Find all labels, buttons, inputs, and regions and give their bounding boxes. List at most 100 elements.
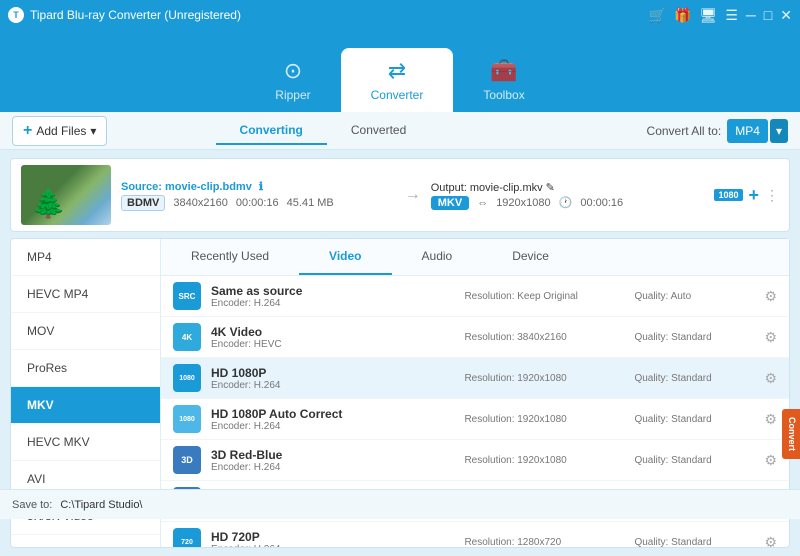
- tab-converting[interactable]: Converting: [216, 117, 327, 145]
- format-row-info-3d-red-blue: 3D Red-Blue Encoder: H.264: [211, 448, 454, 473]
- output-filename: movie-clip.mkv: [470, 182, 543, 194]
- format-icon-1080p-auto: 1080: [173, 405, 201, 433]
- file-item: 🌲 Source: movie-clip.bdmv ℹ BDMV 3840x21…: [10, 158, 790, 232]
- format-icon-3d-red-blue: 3D: [173, 446, 201, 474]
- title-bar-left: T Tipard Blu-ray Converter (Unregistered…: [8, 7, 241, 23]
- input-size: 45.41 MB: [287, 197, 334, 209]
- convert-arrow: →: [405, 186, 421, 204]
- format-name-4k: 4K Video: [211, 325, 454, 339]
- format-res-same-as-source: Resolution: Keep Original: [464, 291, 624, 302]
- format-row-same-as-source[interactable]: SRC Same as source Encoder: H.264 Resolu…: [161, 276, 789, 317]
- app-title: Tipard Blu-ray Converter (Unregistered): [30, 8, 241, 22]
- clock-icon: 🕐: [559, 196, 573, 209]
- format-res-1080p-auto: Resolution: 1920x1080: [464, 414, 624, 425]
- format-row-1080p-auto[interactable]: 1080 HD 1080P Auto Correct Encoder: H.26…: [161, 399, 789, 440]
- cart-icon[interactable]: 🛒: [649, 7, 666, 24]
- gift-icon[interactable]: 🎁: [674, 7, 691, 24]
- input-duration: 00:00:16: [236, 197, 279, 209]
- output-meta: MKV ⇔ 1920x1080 🕐 00:00:16: [431, 196, 705, 210]
- bottom-bar: Save to: C:\Tipard Studio\: [0, 489, 800, 519]
- format-gear-1080p[interactable]: ⚙: [764, 370, 777, 387]
- format-row-info-4k: 4K Video Encoder: HEVC: [211, 325, 454, 350]
- format-gear-same-as-source[interactable]: ⚙: [764, 288, 777, 305]
- file-thumbnail: 🌲: [21, 165, 111, 225]
- file-meta: BDMV 3840x2160 00:00:16 45.41 MB: [121, 195, 395, 211]
- format-tab-device[interactable]: Device: [482, 239, 579, 275]
- format-gear-720p[interactable]: ⚙: [764, 534, 777, 548]
- output-format-badge: MKV: [431, 196, 469, 210]
- screen-icon[interactable]: 🖥: [700, 7, 718, 24]
- format-qual-1080p: Quality: Standard: [634, 373, 754, 384]
- format-gear-4k[interactable]: ⚙: [764, 329, 777, 346]
- nav-converter-label: Converter: [371, 88, 424, 102]
- format-gear-3d-red-blue[interactable]: ⚙: [764, 452, 777, 469]
- format-name-1080p: HD 1080P: [211, 366, 454, 380]
- convert-all-format[interactable]: MP4: [727, 119, 768, 143]
- format-row-1080p[interactable]: 1080 HD 1080P Encoder: H.264 Resolution:…: [161, 358, 789, 399]
- format-name-same-as-source: Same as source: [211, 284, 454, 298]
- source-filename: movie-clip.bdmv: [165, 181, 252, 193]
- format-tab-audio[interactable]: Audio: [392, 239, 483, 275]
- title-bar: T Tipard Blu-ray Converter (Unregistered…: [0, 0, 800, 30]
- output-edit-icon[interactable]: ✎: [546, 182, 555, 194]
- format-res-3d-red-blue: Resolution: 1920x1080: [464, 455, 624, 466]
- info-icon: ℹ: [259, 181, 263, 193]
- format-res-1080p: Resolution: 1920x1080: [464, 373, 624, 384]
- format-enc-1080p: Encoder: H.264: [211, 380, 454, 391]
- add-files-button[interactable]: + Add Files ▾: [12, 116, 107, 146]
- format-tab-video[interactable]: Video: [299, 239, 391, 275]
- format-row-3d-red-blue[interactable]: 3D 3D Red-Blue Encoder: H.264 Resolution…: [161, 440, 789, 481]
- file-info: Source: movie-clip.bdmv ℹ BDMV 3840x2160…: [121, 180, 395, 211]
- nav-item-ripper[interactable]: ⊙ Ripper: [245, 48, 340, 112]
- convert-side-button[interactable]: Convert: [782, 409, 800, 459]
- format-tab-recently-used[interactable]: Recently Used: [161, 239, 299, 275]
- format-left-mov[interactable]: MOV: [11, 313, 160, 350]
- format-row-4k[interactable]: 4K 4K Video Encoder: HEVC Resolution: 38…: [161, 317, 789, 358]
- format-qual-720p: Quality: Standard: [634, 537, 754, 548]
- quality-badge: 1080: [714, 189, 742, 201]
- ripper-icon: ⊙: [284, 58, 302, 84]
- format-res-720p: Resolution: 1280x720: [464, 537, 624, 548]
- format-row-info-1080p: HD 1080P Encoder: H.264: [211, 366, 454, 391]
- format-left-prores[interactable]: ProRes: [11, 350, 160, 387]
- source-label: Source:: [121, 181, 162, 193]
- format-left-mp4[interactable]: MP4: [11, 239, 160, 276]
- file-source: Source: movie-clip.bdmv ℹ: [121, 180, 395, 193]
- nav-ripper-label: Ripper: [275, 88, 310, 102]
- toolbox-icon: 🧰: [490, 58, 517, 84]
- nav-bar: ⊙ Ripper ⇄ Converter 🧰 Toolbox: [0, 30, 800, 112]
- format-name-1080p-auto: HD 1080P Auto Correct: [211, 407, 454, 421]
- output-label: Output:: [431, 182, 467, 194]
- format-name-720p: HD 720P: [211, 530, 454, 544]
- file-output: Output: movie-clip.mkv ✎ MKV ⇔ 1920x1080…: [431, 181, 705, 210]
- add-files-arrow: ▾: [90, 124, 96, 138]
- converter-icon: ⇄: [388, 58, 406, 84]
- convert-all-dropdown[interactable]: ▾: [770, 119, 788, 143]
- maximize-btn[interactable]: □: [764, 7, 772, 23]
- close-btn[interactable]: ✕: [780, 7, 792, 24]
- title-bar-controls[interactable]: 🛒 🎁 🖥 ☰ ─ □ ✕: [649, 7, 792, 24]
- format-row-720p[interactable]: 720 HD 720P Encoder: H.264 Resolution: 1…: [161, 522, 789, 547]
- format-res-4k: Resolution: 3840x2160: [464, 332, 624, 343]
- tab-converted[interactable]: Converted: [327, 117, 430, 145]
- nav-toolbox-label: Toolbox: [483, 88, 524, 102]
- format-left-hevc-mp4[interactable]: HEVC MP4: [11, 276, 160, 313]
- format-icon-1080p: 1080: [173, 364, 201, 392]
- format-tabs: Recently Used Video Audio Device: [161, 239, 789, 276]
- menu-icon[interactable]: ☰: [725, 7, 738, 24]
- format-icon-same-as-source: SRC: [173, 282, 201, 310]
- format-enc-720p: Encoder: H.264: [211, 544, 454, 548]
- file-actions: 1080 + ⋮: [714, 185, 779, 206]
- format-left-hevc-mkv[interactable]: HEVC MKV: [11, 424, 160, 461]
- minimize-btn[interactable]: ─: [746, 7, 756, 23]
- resize-icon: ⇔: [477, 197, 488, 209]
- options-button[interactable]: ⋮: [765, 187, 779, 204]
- nav-item-toolbox[interactable]: 🧰 Toolbox: [453, 48, 554, 112]
- nav-item-converter[interactable]: ⇄ Converter: [341, 48, 454, 112]
- output-name-row: Output: movie-clip.mkv ✎: [431, 181, 705, 194]
- format-left-mkv[interactable]: MKV: [11, 387, 160, 424]
- format-gear-1080p-auto[interactable]: ⚙: [764, 411, 777, 428]
- add-output-button[interactable]: +: [749, 185, 760, 206]
- format-enc-same-as-source: Encoder: H.264: [211, 298, 454, 309]
- format-qual-same-as-source: Quality: Auto: [634, 291, 754, 302]
